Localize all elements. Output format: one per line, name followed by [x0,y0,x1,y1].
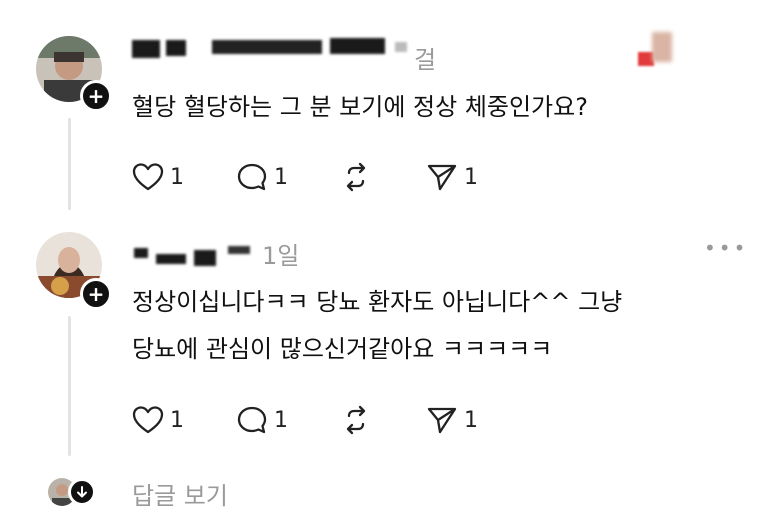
repost-icon [346,162,366,192]
username-redacted [132,40,160,58]
repost-icon [346,405,366,435]
heart-icon [132,163,164,191]
arrow-down-icon [77,486,87,498]
thread-line [68,316,71,456]
reply-button[interactable]: 1 [236,405,288,435]
reply-text-line2: 당뇨에 관심이 많으신거같아요 ㅋㅋㅋㅋㅋ [132,335,553,363]
reply-count: 1 [274,164,288,190]
like-count: 1 [170,164,184,190]
share-count: 1 [464,407,478,433]
comment-icon [237,163,267,191]
more-options-button[interactable]: ••• [704,236,748,260]
post-time: 1일 [262,242,300,270]
redacted-badge [652,32,672,62]
post-time: 걸 [414,46,437,74]
repost-button[interactable] [340,162,372,192]
heart-icon [132,406,164,434]
expand-replies-icon[interactable] [68,478,96,506]
like-button[interactable]: 1 [132,162,184,192]
reply-count: 1 [274,407,288,433]
thread-line [68,118,71,210]
follow-plus-icon[interactable]: + [80,278,112,310]
repost-button[interactable] [340,405,372,435]
username-redacted [212,40,322,54]
share-button[interactable]: 1 [426,405,478,435]
username-redacted [156,254,186,264]
view-replies-link[interactable]: 답글 보기 [132,476,228,511]
share-button[interactable]: 1 [426,162,478,192]
share-count: 1 [464,164,478,190]
reply-button[interactable]: 1 [236,162,288,192]
like-button[interactable]: 1 [132,405,184,435]
comment-icon [237,406,267,434]
like-count: 1 [170,407,184,433]
username-redacted [166,40,186,56]
post-text: 혈당 혈당하는 그 분 보기에 정상 체중인가요? [132,93,588,121]
send-icon [427,407,457,434]
username-redacted [134,248,148,258]
reply-text-line1: 정상이십니다ㅋㅋ 당뇨 환자도 아닙니다^^ 그냥 [132,288,623,316]
username-redacted [194,250,216,266]
send-icon [427,164,457,191]
follow-plus-icon[interactable]: + [80,80,112,112]
username-redacted [395,42,407,52]
username-redacted [330,38,385,54]
username-redacted [228,246,250,254]
